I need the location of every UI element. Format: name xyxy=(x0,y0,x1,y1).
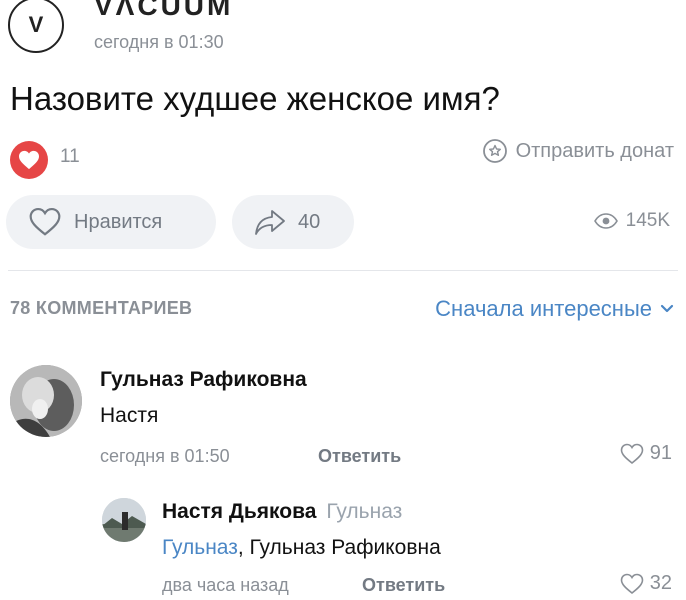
comment-time: сегодня в 01:50 xyxy=(100,446,230,466)
like-button[interactable]: Нравится xyxy=(6,195,216,249)
reply-button[interactable]: Ответить xyxy=(362,575,445,596)
mention-link[interactable]: Гульназ xyxy=(162,536,238,559)
group-avatar[interactable]: V xyxy=(8,0,64,53)
avatar[interactable] xyxy=(10,365,82,437)
group-name[interactable]: VΛCUUM xyxy=(94,0,233,22)
reply-button[interactable]: Ответить xyxy=(318,446,401,467)
comment-like-count: 91 xyxy=(649,442,672,464)
comments-count: 78 КОММЕНТАРИЕВ xyxy=(10,298,193,318)
comment-text: Гульназ, Гульназ Рафиковна xyxy=(162,536,441,560)
avatar[interactable] xyxy=(102,498,146,542)
comment-text: Настя xyxy=(100,404,159,427)
eye-icon xyxy=(593,213,618,229)
views-counter: 145K xyxy=(593,210,670,232)
donate-label: Отправить донат xyxy=(515,139,674,162)
comment-like-count: 32 xyxy=(649,572,672,594)
heart-outline-icon xyxy=(620,573,644,594)
donate-icon xyxy=(482,139,507,163)
comment-author[interactable]: Настя Дьякова xyxy=(162,500,316,524)
reply-to-name: Гульназ xyxy=(326,500,403,523)
comment-time: два часа назад xyxy=(162,575,289,595)
heart-outline-icon xyxy=(29,207,61,236)
share-icon xyxy=(255,210,285,235)
share-count: 40 xyxy=(298,210,321,233)
heart-filled-icon xyxy=(10,141,48,179)
donate-button[interactable]: Отправить донат xyxy=(482,138,674,164)
comment-text-body: , Гульназ Рафиковна xyxy=(237,536,441,559)
comment-like-button[interactable]: 91 xyxy=(620,442,672,465)
chevron-down-icon xyxy=(660,304,674,313)
comment-header: Настя Дьякова Гульназ xyxy=(162,500,402,524)
like-count: 11 xyxy=(60,146,80,167)
comments-sort-select[interactable]: Сначала интересные xyxy=(435,296,674,322)
comment-like-button[interactable]: 32 xyxy=(620,572,672,595)
post-time: сегодня в 01:30 xyxy=(94,32,224,52)
group-avatar-letter: V xyxy=(28,12,44,37)
divider xyxy=(8,270,678,271)
like-button-label: Нравится xyxy=(74,210,163,233)
comment-author[interactable]: Гульназ Рафиковна xyxy=(100,368,307,392)
views-count: 145K xyxy=(625,210,670,231)
post-title: Назовите худшее женское имя? xyxy=(10,80,500,117)
sort-label: Сначала интересные xyxy=(435,296,652,321)
share-button[interactable]: 40 xyxy=(232,195,354,249)
heart-outline-icon xyxy=(620,443,644,464)
